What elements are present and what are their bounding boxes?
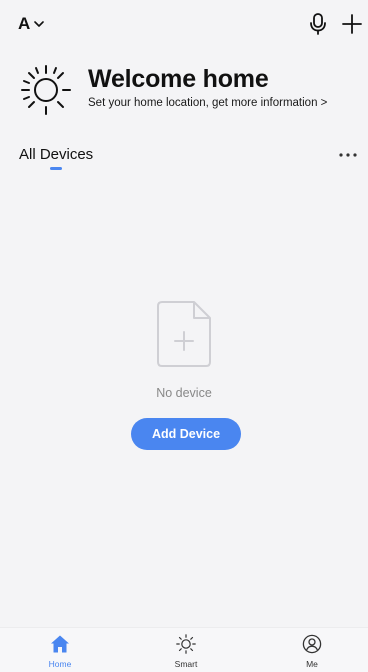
home-name: A	[18, 14, 31, 33]
empty-state: No device Add Device	[0, 300, 368, 460]
nav-smart[interactable]: Smart	[156, 632, 216, 672]
user-icon	[302, 634, 322, 654]
empty-message: No device	[156, 386, 212, 400]
tab-active-indicator	[50, 167, 62, 170]
add-device-button[interactable]: Add Device	[131, 418, 241, 450]
plus-icon[interactable]	[340, 12, 364, 36]
welcome-title: Welcome home	[88, 65, 269, 93]
document-add-icon	[157, 301, 211, 367]
home-icon	[51, 635, 69, 653]
nav-me-label: Me	[306, 659, 318, 669]
set-location-link[interactable]: Set your home location, get more informa…	[88, 96, 327, 110]
nav-smart-label: Smart	[174, 659, 198, 669]
chevron-down-icon	[34, 20, 45, 27]
bottom-navigation: Home Smart Me	[0, 627, 368, 672]
more-dots-icon[interactable]	[338, 151, 358, 159]
tab-all-devices[interactable]: All Devices	[19, 146, 93, 164]
microphone-icon[interactable]	[307, 12, 329, 36]
devices-header: All Devices	[0, 142, 368, 172]
nav-me[interactable]: Me	[282, 632, 342, 672]
sun-icon	[176, 634, 196, 654]
top-bar: A	[0, 0, 368, 48]
nav-home-label: Home	[48, 659, 72, 669]
nav-home[interactable]: Home	[30, 632, 90, 672]
welcome-banner: Welcome home Set your home location, get…	[18, 60, 358, 116]
sun-icon	[21, 65, 71, 115]
home-switcher[interactable]: A	[18, 14, 45, 34]
